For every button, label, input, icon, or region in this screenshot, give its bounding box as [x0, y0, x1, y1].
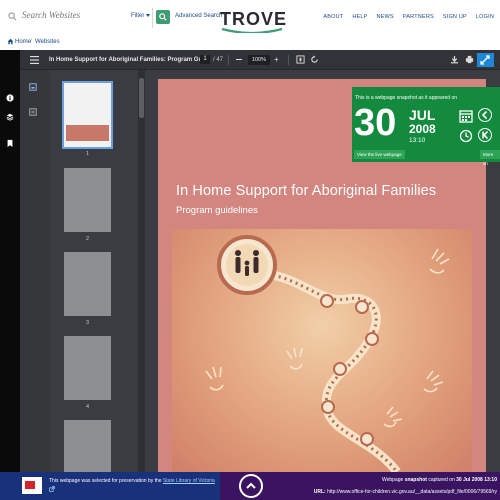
home-icon [7, 38, 14, 45]
state-library-link[interactable]: State Library of Victoria [163, 478, 215, 484]
trove-logo[interactable]: TROVE [220, 9, 288, 33]
scrollbar-thumb[interactable] [139, 78, 144, 118]
logo-text: TROVE [220, 9, 288, 29]
site-header: Filter Advanced Search TROVE ABOUT HELP … [0, 0, 500, 35]
snapshot-word: snapshot [404, 477, 427, 483]
snapshot-url[interactable]: http://www.office-for-children.vic.gov.a… [327, 489, 497, 495]
cover-artwork [172, 229, 472, 472]
left-rail [0, 50, 20, 472]
rotate-icon[interactable] [310, 55, 319, 64]
calendar-icon[interactable] [459, 109, 473, 123]
logo-mark [25, 481, 35, 489]
print-icon[interactable] [465, 55, 474, 64]
state-library-logo[interactable] [22, 477, 42, 494]
captured-date: 30 Jul 2008 13:10 [456, 477, 497, 483]
thumbnail-view-icon[interactable] [29, 83, 37, 91]
menu-icon[interactable] [30, 56, 39, 64]
snapshot-captured-line: Webpage snapshot captured on 30 Jul 2008… [382, 477, 497, 483]
snapshot-month: JUL [409, 107, 436, 123]
chevron-first-icon [481, 130, 488, 139]
viewer-toolbar: In Home Support for Aboriginal Families:… [20, 50, 500, 70]
snapshot-time: 13:10 [409, 137, 426, 144]
preservation-statement: This webpage was selected for preservati… [49, 478, 162, 484]
view-live-webpage-button[interactable]: View the live webpage [354, 150, 405, 159]
thumbnail-band [66, 125, 109, 141]
breadcrumb-separator: / [30, 39, 32, 45]
expand-icon [480, 55, 490, 65]
snapshot-heading: This is a webpage snapshot as it appeare… [355, 95, 458, 101]
page-thumbnail[interactable] [64, 252, 111, 316]
page-title: In Home Support for Aboriginal Families [176, 183, 437, 199]
thumbnail-number: 4 [85, 404, 90, 410]
preservation-text: This webpage was selected for preservati… [49, 477, 219, 493]
more-snapshots-button[interactable]: More sn [480, 150, 500, 166]
breadcrumb-websites[interactable]: Websites [35, 39, 60, 45]
chevron-down-icon [146, 13, 151, 17]
bookmark-icon[interactable] [6, 139, 14, 148]
top-nav: ABOUT HELP NEWS PARTNERS SIGN UP LOGIN [323, 14, 494, 20]
snapshot-year: 2008 [409, 122, 436, 136]
chevron-up-icon [246, 482, 256, 489]
scroll-up-button[interactable] [239, 474, 263, 498]
thumbnail-number: 1 [85, 151, 90, 157]
pdf-viewer: In Home Support for Aboriginal Families:… [20, 50, 500, 472]
dot-path-art [205, 235, 450, 472]
search-icon [159, 13, 167, 21]
chevron-left-icon [481, 110, 487, 119]
sidebar-tools [20, 70, 50, 472]
nav-news[interactable]: NEWS [377, 14, 394, 20]
page-thumbnail[interactable] [64, 336, 111, 400]
search-input[interactable] [22, 10, 122, 20]
nav-about[interactable]: ABOUT [323, 14, 343, 20]
webpage-word: Webpage [381, 477, 404, 483]
captured-on-text: captured on [428, 477, 455, 483]
fullscreen-button[interactable] [477, 53, 494, 67]
url-label: URL: [313, 489, 326, 495]
breadcrumb: Home / Websites [0, 35, 500, 50]
snapshot-url-line: URL: http://www.office-for-children.vic.… [314, 489, 497, 495]
thumbnail-number: 2 [85, 236, 90, 242]
page-thumbnail[interactable] [64, 168, 111, 232]
breadcrumb-home[interactable]: Home [15, 39, 31, 45]
download-icon[interactable] [450, 55, 459, 64]
clock-icon[interactable] [459, 129, 473, 143]
fit-page-icon[interactable] [296, 55, 305, 64]
search-button[interactable] [156, 10, 170, 24]
page-subtitle: Program guidelines [176, 205, 258, 216]
snapshot-panel: This is a webpage snapshot as it appeare… [352, 87, 500, 166]
search-icon [8, 12, 17, 21]
toolbar-divider [228, 55, 229, 65]
previous-snapshot-button[interactable] [478, 108, 492, 122]
filter-label: Filter [131, 13, 145, 19]
nav-partners[interactable]: PARTNERS [403, 14, 434, 20]
nav-login[interactable]: LOGIN [476, 14, 494, 20]
advanced-search-link[interactable]: Advanced Search [175, 13, 222, 19]
zoom-level[interactable]: 100% [248, 55, 270, 65]
document-title: In Home Support for Aboriginal Families:… [49, 57, 208, 63]
thumbnail-number: 3 [85, 320, 90, 326]
page-total: / 47 [213, 57, 224, 63]
external-link-icon[interactable] [49, 485, 55, 492]
page-thumbnail[interactable] [62, 81, 113, 149]
snapshot-day: 30 [354, 102, 397, 144]
thumbnail-panel: 1 2 3 4 [50, 70, 142, 472]
nav-sign-up[interactable]: SIGN UP [443, 14, 467, 20]
outline-view-icon[interactable] [29, 108, 37, 116]
footer-preservation: This webpage was selected for preservati… [0, 472, 220, 500]
zoom-in-button[interactable]: + [274, 55, 279, 65]
page-thumbnail[interactable] [64, 420, 111, 472]
zoom-out-button[interactable] [236, 59, 242, 60]
nav-help[interactable]: HELP [352, 14, 367, 20]
layers-icon[interactable] [6, 113, 14, 121]
toolbar-divider [288, 55, 289, 65]
filter-dropdown[interactable]: Filter [131, 13, 151, 19]
thumbnail-scrollbar[interactable] [138, 70, 145, 472]
first-snapshot-button[interactable] [478, 128, 492, 142]
page-number-input[interactable]: 1 [200, 55, 210, 64]
info-icon[interactable] [6, 94, 14, 102]
